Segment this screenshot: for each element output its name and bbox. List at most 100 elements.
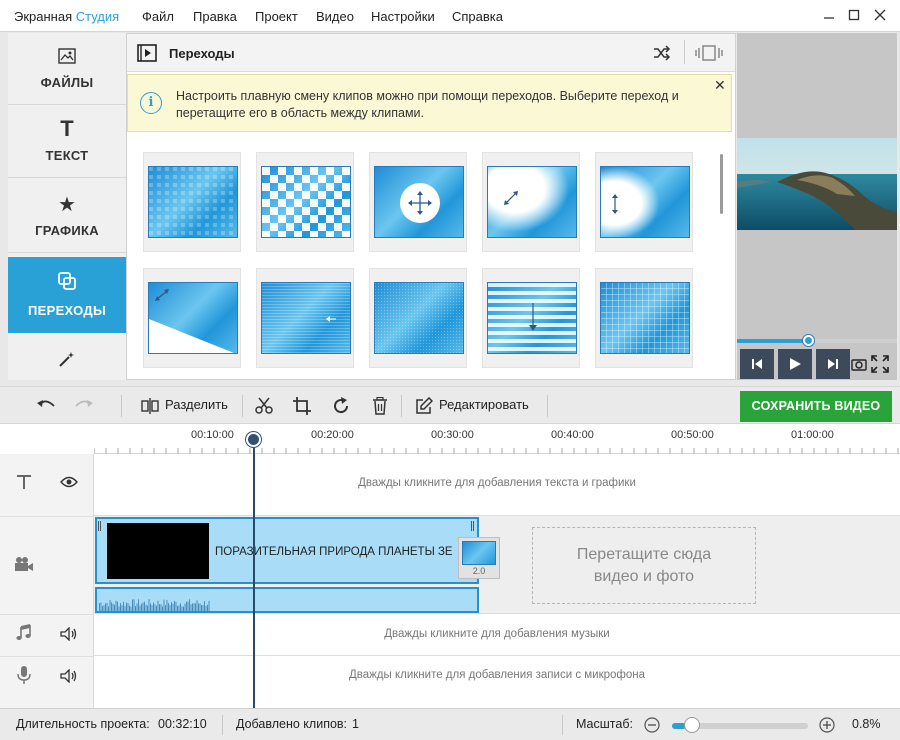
menu-edit[interactable]: Правка: [193, 9, 237, 24]
clip-transition[interactable]: 2.0: [458, 537, 500, 579]
minimize-icon[interactable]: [818, 6, 840, 26]
waveform-bar: [123, 601, 124, 611]
close-icon[interactable]: ✕: [714, 77, 726, 94]
scissors-icon[interactable]: [255, 397, 273, 418]
transition-tile[interactable]: [143, 152, 241, 252]
clip-thumbnail: [107, 523, 209, 579]
tick-label: 00:50:00: [671, 429, 714, 441]
waveform-bar: [150, 603, 151, 611]
transition-preview: [487, 282, 577, 354]
divider: [0, 516, 94, 517]
waveform-bar: [162, 606, 163, 611]
audio-waveform-clip[interactable]: [95, 587, 479, 613]
zoom-slider-handle[interactable]: [683, 717, 700, 733]
page-title: Переходы: [169, 46, 235, 61]
snapshot-icon[interactable]: [851, 356, 867, 375]
waveform-bar: [139, 605, 141, 611]
toolbar-divider: [547, 395, 548, 417]
menu-file[interactable]: Файл: [142, 9, 174, 24]
sidebar: ФАЙЛЫ T ТЕКСТ ★ ГРАФИКА ПЕРЕХОДЫ: [8, 33, 133, 380]
waveform-bar: [157, 600, 159, 611]
playback-progress-handle[interactable]: [803, 335, 814, 346]
waveform-bar: [166, 599, 168, 611]
transition-tile[interactable]: [143, 268, 241, 368]
waveform-bar: [175, 601, 177, 611]
shuffle-icon[interactable]: [653, 45, 671, 64]
video-preview[interactable]: [737, 138, 897, 230]
sidebar-item-files[interactable]: ФАЙЛЫ: [8, 33, 126, 105]
video-clip[interactable]: ПОРАЗИТЕЛЬНАЯ ПРИРОДА ПЛАНЕТЫ ЗЕ: [95, 517, 479, 584]
edit-icon[interactable]: [415, 396, 434, 418]
waveform-bar: [192, 603, 193, 611]
transition-preview: [261, 166, 351, 238]
volume-icon[interactable]: [60, 626, 78, 644]
menu-settings[interactable]: Настройки: [371, 9, 435, 24]
menu-video[interactable]: Видео: [316, 9, 354, 24]
divider: [0, 656, 94, 657]
transition-tile[interactable]: [256, 268, 354, 368]
waveform-bar: [172, 603, 174, 611]
volume-icon[interactable]: [60, 668, 78, 686]
microphone-track[interactable]: Дважды кликните для добавления записи с …: [94, 656, 900, 708]
trash-icon[interactable]: [372, 396, 388, 418]
timeline-ruler[interactable]: 00:10:00 00:20:00 00:30:00 00:40:00 00:5…: [94, 424, 900, 454]
zoom-out-icon[interactable]: [644, 717, 660, 736]
waveform-bar: [198, 603, 199, 611]
waveform-bar: [171, 602, 172, 611]
menu-project[interactable]: Проект: [255, 9, 298, 24]
waveform-bar: [165, 605, 166, 611]
crop-icon[interactable]: [293, 397, 311, 418]
sidebar-item-graphics[interactable]: ★ ГРАФИКА: [8, 181, 126, 253]
preview-panel: [737, 33, 897, 380]
clip-trim-handle-left[interactable]: [98, 521, 101, 531]
waveform-bar: [145, 604, 147, 611]
zoom-in-icon[interactable]: [819, 717, 835, 736]
transition-tile[interactable]: [256, 152, 354, 252]
waveform-bar: [153, 602, 154, 611]
waveform-bar: [148, 599, 150, 611]
maximize-icon[interactable]: [843, 6, 865, 26]
transition-tile[interactable]: [595, 268, 693, 368]
playhead-handle[interactable]: [246, 432, 261, 447]
play-button[interactable]: [778, 349, 812, 379]
transition-tile[interactable]: [369, 268, 467, 368]
waveform-bar: [108, 606, 109, 611]
transition-tile[interactable]: [482, 268, 580, 368]
split-icon[interactable]: [141, 398, 159, 417]
music-track[interactable]: Дважды кликните для добавления музыки: [94, 614, 900, 656]
transition-tile[interactable]: [482, 152, 580, 252]
sidebar-item-text[interactable]: T ТЕКСТ: [8, 106, 126, 178]
undo-icon[interactable]: [36, 398, 56, 415]
rotate-icon[interactable]: [332, 397, 350, 418]
waveform-bar: [111, 602, 112, 611]
transition-preview: [374, 282, 464, 354]
close-icon[interactable]: [869, 6, 891, 26]
text-track[interactable]: Дважды кликните для добавления текста и …: [94, 454, 900, 516]
eye-icon[interactable]: [60, 476, 78, 491]
star-icon: ★: [58, 194, 76, 216]
toolbar-divider: [242, 395, 243, 417]
edit-button[interactable]: Редактировать: [439, 397, 529, 412]
playback-progress-bar[interactable]: [737, 335, 897, 346]
menu-help[interactable]: Справка: [452, 9, 503, 24]
waveform-bar: [205, 605, 207, 611]
sidebar-item-transitions[interactable]: ПЕРЕХОДЫ: [8, 257, 133, 333]
clip-trim-handle-right[interactable]: [471, 521, 474, 531]
sidebar-item-effects[interactable]: [8, 334, 126, 380]
split-button[interactable]: Разделить: [165, 397, 228, 412]
scrollbar[interactable]: [720, 154, 723, 214]
waveform-bar: [147, 605, 148, 611]
waveform-bar: [160, 604, 162, 611]
playhead-line[interactable]: [253, 440, 255, 708]
media-drop-zone[interactable]: Перетащите сюда видео и фото: [532, 527, 756, 604]
save-video-button[interactable]: СОХРАНИТЬ ВИДЕО: [740, 391, 892, 422]
fullscreen-icon[interactable]: [871, 355, 889, 378]
transition-tile[interactable]: [369, 152, 467, 252]
waveform-bar: [207, 604, 208, 611]
transition-tile[interactable]: [595, 152, 693, 252]
redo-icon[interactable]: [74, 398, 94, 415]
transition-preview: [148, 166, 238, 238]
apply-to-all-icon[interactable]: [694, 44, 724, 65]
previous-frame-button[interactable]: [740, 349, 774, 379]
next-frame-button[interactable]: [816, 349, 850, 379]
